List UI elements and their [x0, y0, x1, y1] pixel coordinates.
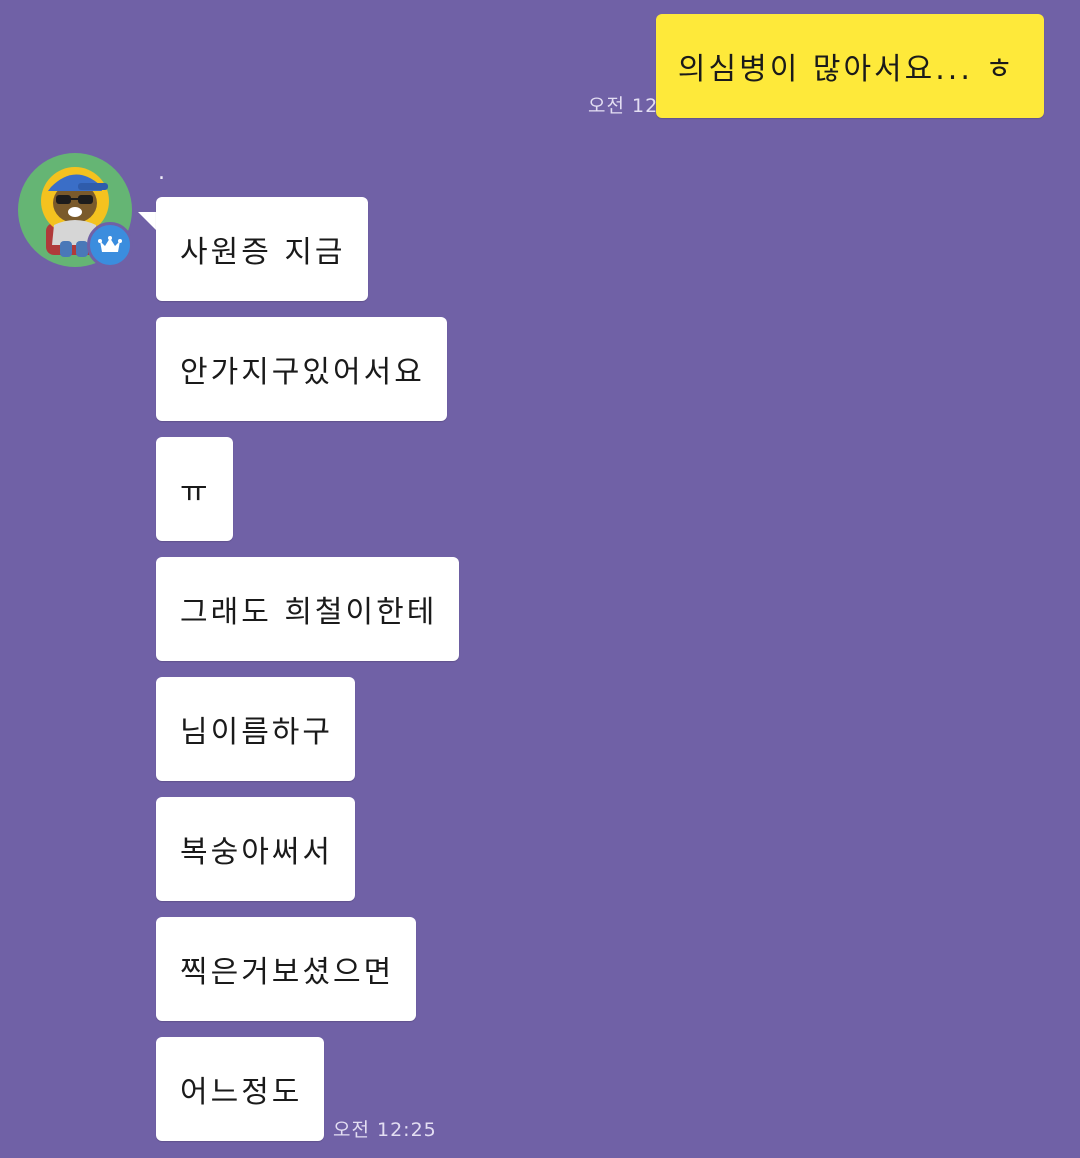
incoming-timestamp: 오전 12:25 — [333, 1119, 437, 1141]
incoming-message-bubble[interactable]: ㅠ — [156, 437, 233, 541]
sender-name: . — [158, 160, 165, 185]
incoming-message-text: 님이름하구 — [180, 715, 333, 750]
incoming-message-bubble[interactable]: 어느정도 — [156, 1037, 325, 1141]
crown-icon — [98, 236, 122, 252]
incoming-message-text: 복숭아써서 — [180, 835, 333, 870]
incoming-message-text: 어느정도 — [180, 1075, 303, 1110]
incoming-message-bubble[interactable]: 복숭아써서 — [156, 797, 355, 901]
incoming-message-text: 찍은거보셨으면 — [180, 955, 395, 990]
incoming-message-bubble[interactable]: 사원증 지금 — [156, 197, 368, 301]
incoming-message-text: 그래도 희철이한테 — [180, 595, 438, 630]
incoming-message-text: ㅠ — [180, 475, 211, 510]
incoming-message-bubble[interactable]: 님이름하구 — [156, 677, 355, 781]
incoming-message-text: 안가지구있어서요 — [180, 355, 425, 390]
outgoing-message-bubble[interactable]: 의심병이 많아서요... ㅎ — [655, 14, 1044, 118]
incoming-message-text: 사원증 지금 — [180, 235, 346, 270]
bubble-tail — [138, 212, 158, 232]
incoming-message-bubble[interactable]: 안가지구있어서요 — [156, 317, 447, 421]
outgoing-message-text: 의심병이 많아서요... ㅎ — [677, 52, 1016, 87]
incoming-message-bubble[interactable]: 찍은거보셨으면 — [156, 917, 417, 1021]
incoming-message-bubble[interactable]: 그래도 희철이한테 — [156, 557, 460, 661]
crown-badge — [87, 222, 133, 268]
